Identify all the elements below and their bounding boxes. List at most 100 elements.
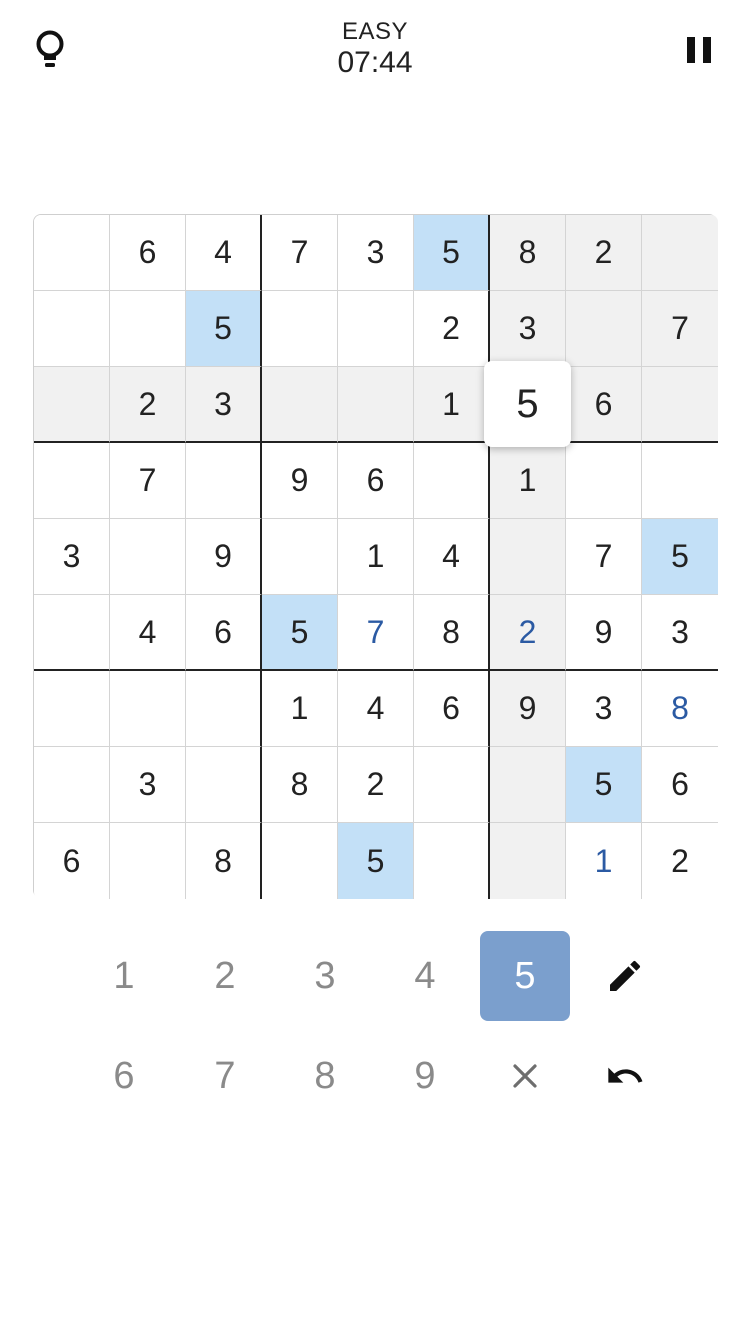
selected-cell-value: 5 xyxy=(484,361,571,447)
sudoku-cell[interactable]: 7 xyxy=(262,215,338,291)
sudoku-cell[interactable] xyxy=(34,291,110,367)
sudoku-cell[interactable]: 1 xyxy=(262,671,338,747)
sudoku-cell[interactable] xyxy=(566,443,642,519)
sudoku-cell[interactable] xyxy=(110,671,186,747)
sudoku-board: 6473582523723156796139147546578293146938… xyxy=(33,214,718,899)
sudoku-cell[interactable]: 9 xyxy=(262,443,338,519)
sudoku-cell[interactable]: 3 xyxy=(110,747,186,823)
sudoku-cell[interactable]: 5 xyxy=(186,291,262,367)
sudoku-cell[interactable] xyxy=(414,443,490,519)
sudoku-cell[interactable]: 2 xyxy=(338,747,414,823)
erase-button[interactable] xyxy=(480,1031,570,1121)
sudoku-cell[interactable]: 3 xyxy=(186,367,262,443)
top-bar: EASY 07:44 xyxy=(0,0,750,100)
sudoku-cell[interactable]: 3 xyxy=(566,671,642,747)
sudoku-cell[interactable]: 3 xyxy=(490,291,566,367)
undo-icon xyxy=(608,1067,643,1083)
sudoku-cell[interactable] xyxy=(414,823,490,899)
selected-cell[interactable]: 5 xyxy=(484,361,571,447)
sudoku-cell[interactable] xyxy=(338,367,414,443)
sudoku-cell[interactable]: 2 xyxy=(566,215,642,291)
sudoku-cell[interactable] xyxy=(262,367,338,443)
sudoku-cell[interactable]: 7 xyxy=(110,443,186,519)
digit-key-9[interactable]: 9 xyxy=(380,1031,470,1121)
sudoku-cell[interactable]: 7 xyxy=(338,595,414,671)
sudoku-cell[interactable]: 8 xyxy=(414,595,490,671)
sudoku-cell[interactable]: 6 xyxy=(34,823,110,899)
sudoku-cell[interactable]: 1 xyxy=(490,443,566,519)
sudoku-cell[interactable]: 6 xyxy=(110,215,186,291)
digit-key-6[interactable]: 6 xyxy=(79,1031,169,1121)
sudoku-cell[interactable] xyxy=(186,671,262,747)
sudoku-cell[interactable]: 6 xyxy=(338,443,414,519)
sudoku-cell[interactable] xyxy=(110,519,186,595)
sudoku-cell[interactable]: 7 xyxy=(566,519,642,595)
sudoku-cell[interactable]: 6 xyxy=(186,595,262,671)
sudoku-cell[interactable]: 8 xyxy=(262,747,338,823)
sudoku-cell[interactable] xyxy=(34,367,110,443)
sudoku-cell[interactable] xyxy=(262,291,338,367)
sudoku-cell[interactable] xyxy=(490,519,566,595)
sudoku-cell[interactable]: 5 xyxy=(262,595,338,671)
digit-key-4[interactable]: 4 xyxy=(380,931,470,1021)
sudoku-cell[interactable] xyxy=(642,367,718,443)
sudoku-cell[interactable]: 5 xyxy=(566,747,642,823)
sudoku-cell[interactable]: 3 xyxy=(642,595,718,671)
pause-button[interactable] xyxy=(676,28,724,72)
sudoku-cell[interactable] xyxy=(186,443,262,519)
sudoku-cell[interactable]: 6 xyxy=(414,671,490,747)
sudoku-cell[interactable]: 9 xyxy=(490,671,566,747)
sudoku-cell[interactable]: 6 xyxy=(566,367,642,443)
sudoku-cell[interactable] xyxy=(338,291,414,367)
sudoku-cell[interactable]: 9 xyxy=(566,595,642,671)
sudoku-cell[interactable]: 1 xyxy=(338,519,414,595)
sudoku-cell[interactable]: 8 xyxy=(186,823,262,899)
sudoku-cell[interactable]: 3 xyxy=(34,519,110,595)
sudoku-cell[interactable]: 6 xyxy=(642,747,718,823)
sudoku-cell[interactable]: 7 xyxy=(642,291,718,367)
sudoku-cell[interactable] xyxy=(186,747,262,823)
sudoku-cell[interactable]: 2 xyxy=(490,595,566,671)
sudoku-cell[interactable] xyxy=(110,823,186,899)
sudoku-cell[interactable] xyxy=(642,443,718,519)
sudoku-cell[interactable] xyxy=(490,823,566,899)
timer: 07:44 xyxy=(337,46,413,79)
sudoku-cell[interactable]: 9 xyxy=(186,519,262,595)
sudoku-cell[interactable]: 2 xyxy=(414,291,490,367)
sudoku-cell[interactable] xyxy=(262,519,338,595)
sudoku-cell[interactable] xyxy=(34,671,110,747)
sudoku-cell[interactable]: 4 xyxy=(414,519,490,595)
sudoku-cell[interactable] xyxy=(642,215,718,291)
digit-key-7[interactable]: 7 xyxy=(180,1031,270,1121)
sudoku-cell[interactable] xyxy=(110,291,186,367)
sudoku-cell[interactable]: 4 xyxy=(338,671,414,747)
sudoku-cell[interactable]: 2 xyxy=(642,823,718,899)
sudoku-cell[interactable] xyxy=(490,747,566,823)
sudoku-cell[interactable]: 8 xyxy=(490,215,566,291)
sudoku-cell[interactable] xyxy=(414,747,490,823)
sudoku-cell[interactable] xyxy=(262,823,338,899)
digit-key-5[interactable]: 5 xyxy=(480,931,570,1021)
sudoku-cell[interactable]: 5 xyxy=(338,823,414,899)
sudoku-cell[interactable] xyxy=(34,747,110,823)
sudoku-cell[interactable] xyxy=(566,291,642,367)
digit-key-1[interactable]: 1 xyxy=(79,931,169,1021)
sudoku-cell[interactable]: 8 xyxy=(642,671,718,747)
sudoku-cell[interactable]: 1 xyxy=(414,367,490,443)
sudoku-cell[interactable]: 2 xyxy=(110,367,186,443)
digit-key-2[interactable]: 2 xyxy=(180,931,270,1021)
sudoku-cell[interactable]: 4 xyxy=(110,595,186,671)
sudoku-cell[interactable]: 5 xyxy=(642,519,718,595)
sudoku-cell[interactable]: 1 xyxy=(566,823,642,899)
notes-button[interactable] xyxy=(580,931,670,1021)
sudoku-cell[interactable]: 3 xyxy=(338,215,414,291)
sudoku-cell[interactable]: 4 xyxy=(186,215,262,291)
sudoku-cell[interactable]: 5 xyxy=(414,215,490,291)
sudoku-cell[interactable] xyxy=(34,595,110,671)
digit-key-8[interactable]: 8 xyxy=(280,1031,370,1121)
sudoku-cell[interactable] xyxy=(34,215,110,291)
digit-key-3[interactable]: 3 xyxy=(280,931,370,1021)
undo-button[interactable] xyxy=(580,1031,670,1121)
sudoku-cell[interactable] xyxy=(34,443,110,519)
pause-icon xyxy=(687,37,711,63)
